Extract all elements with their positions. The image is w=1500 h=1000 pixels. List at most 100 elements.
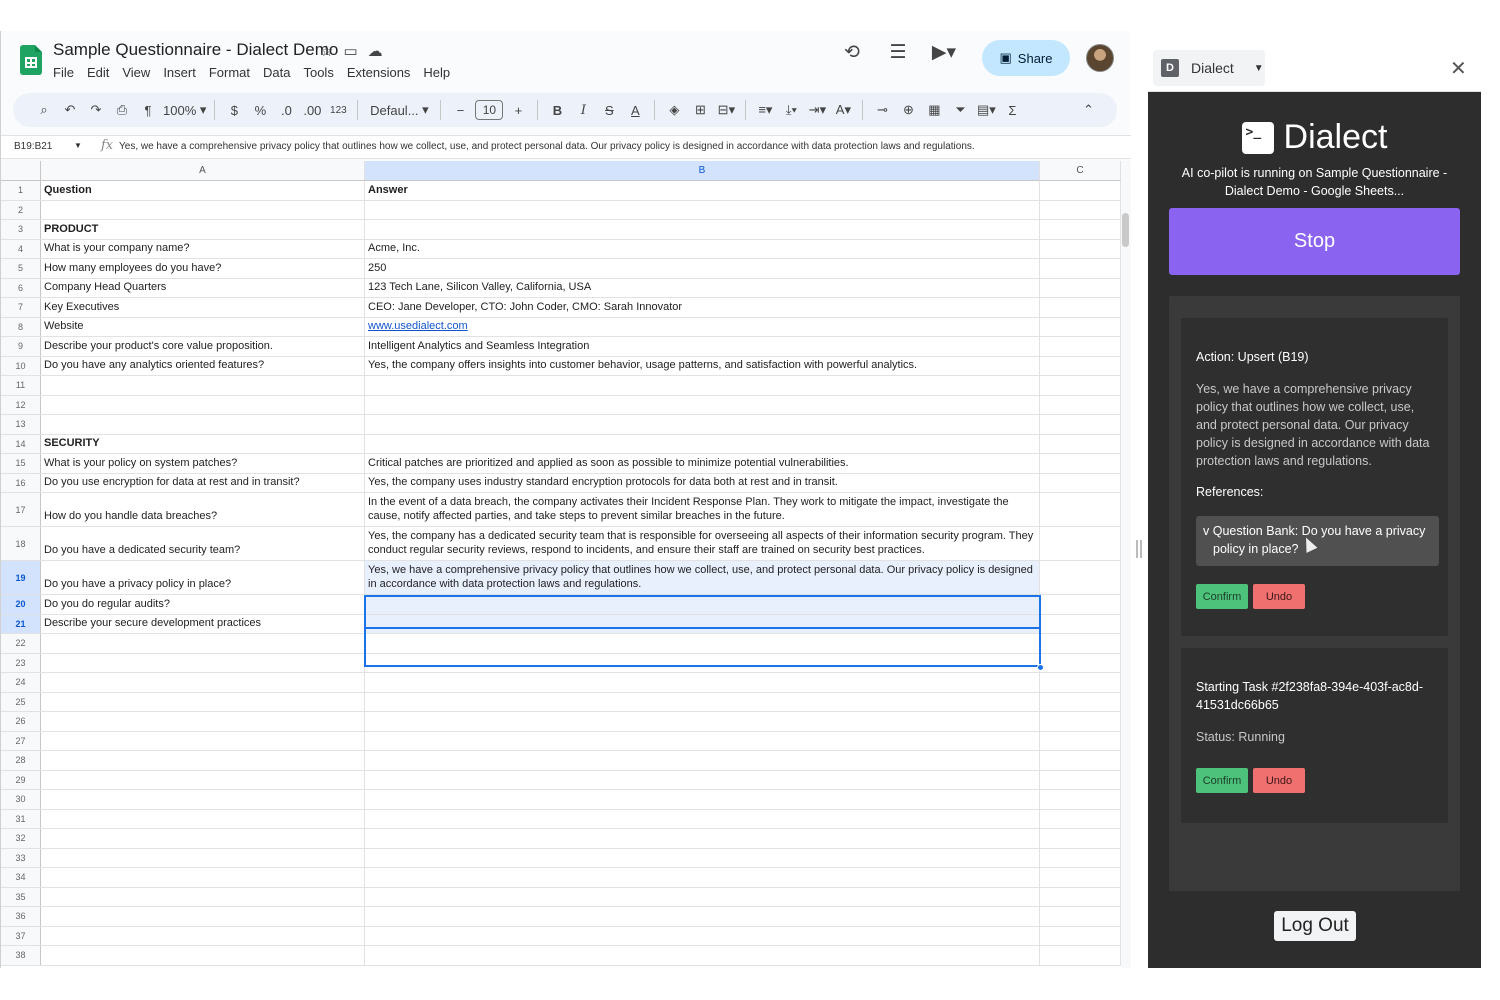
comments-icon[interactable]: ☰ <box>885 41 911 64</box>
cell-answer[interactable]: In the event of a data breach, the compa… <box>365 493 1040 526</box>
vertical-align-icon[interactable]: ⤓▾ <box>778 98 804 122</box>
select-all-corner[interactable] <box>1 161 41 181</box>
cell-answer[interactable]: CEO: Jane Developer, CTO: John Coder, CM… <box>365 298 1040 317</box>
cell-c[interactable] <box>1040 595 1121 614</box>
confirm-button[interactable]: Confirm <box>1196 584 1248 609</box>
cell-c[interactable] <box>1040 376 1121 395</box>
row-number[interactable]: 1 <box>1 181 41 200</box>
cell-answer[interactable]: Acme, Inc. <box>365 239 1040 258</box>
cell-c[interactable] <box>1040 887 1121 906</box>
cell-question[interactable] <box>41 376 365 395</box>
cell-c[interactable] <box>1040 731 1121 750</box>
cell-question[interactable]: What is your policy on system patches? <box>41 454 365 473</box>
cell-answer[interactable]: Yes, the company offers insights into cu… <box>365 356 1040 375</box>
row-number[interactable]: 15 <box>1 454 41 473</box>
formula-input[interactable]: Yes, we have a comprehensive privacy pol… <box>119 141 975 152</box>
paint-format-icon[interactable]: ¶ <box>135 98 161 122</box>
column-header-a[interactable]: A <box>41 161 365 181</box>
cell-question[interactable]: Key Executives <box>41 298 365 317</box>
row-number[interactable]: 10 <box>1 356 41 375</box>
font-size-input[interactable]: 10 <box>475 100 504 120</box>
cell-c[interactable] <box>1040 790 1121 809</box>
cell-question[interactable] <box>41 200 365 219</box>
filter-views-icon[interactable]: ▤▾ <box>973 98 999 122</box>
cell-c[interactable] <box>1040 298 1121 317</box>
row-number[interactable]: 34 <box>1 868 41 887</box>
menu-edit[interactable]: Edit <box>87 65 109 80</box>
cell-answer[interactable] <box>365 415 1040 434</box>
cell-c[interactable] <box>1040 848 1121 867</box>
menu-format[interactable]: Format <box>209 65 250 80</box>
cell-question[interactable] <box>41 712 365 731</box>
row-number[interactable]: 14 <box>1 434 41 453</box>
cell-question[interactable]: PRODUCT <box>41 220 365 239</box>
row-number[interactable]: 16 <box>1 473 41 492</box>
cell-answer[interactable]: Critical patches are prioritized and app… <box>365 454 1040 473</box>
name-box[interactable]: B19:B21 ▼ <box>14 141 84 152</box>
sheets-logo-icon[interactable] <box>20 45 42 75</box>
cell-answer[interactable] <box>365 751 1040 770</box>
menu-data[interactable]: Data <box>263 65 290 80</box>
cell-answer[interactable] <box>365 770 1040 789</box>
cell-question[interactable] <box>41 848 365 867</box>
insert-link-icon[interactable]: ⊸ <box>869 98 895 122</box>
row-number[interactable]: 23 <box>1 653 41 672</box>
cell-answer[interactable] <box>365 634 1040 653</box>
cell-answer[interactable] <box>365 887 1040 906</box>
cell-question[interactable] <box>41 829 365 848</box>
cell-question[interactable]: Do you have any analytics oriented featu… <box>41 356 365 375</box>
cell-answer[interactable]: Answer <box>365 181 1040 200</box>
italic-icon[interactable]: I <box>570 98 596 122</box>
cloud-status-icon[interactable]: ☁ <box>368 42 383 60</box>
cell-question[interactable]: Question <box>41 181 365 200</box>
cell-question[interactable] <box>41 731 365 750</box>
menu-help[interactable]: Help <box>423 65 450 80</box>
undo-button[interactable]: Undo <box>1253 584 1305 609</box>
decrease-decimal-button[interactable]: .0 <box>273 98 299 122</box>
cell-question[interactable]: Do you have a privacy policy in place? <box>41 561 365 594</box>
cell-answer[interactable]: Yes, we have a comprehensive privacy pol… <box>365 561 1040 594</box>
cell-question[interactable]: Do you use encryption for data at rest a… <box>41 473 365 492</box>
row-number[interactable]: 35 <box>1 887 41 906</box>
cell-question[interactable]: How do you handle data breaches? <box>41 493 365 526</box>
horizontal-align-icon[interactable]: ≡▾ <box>752 98 778 122</box>
cell-c[interactable] <box>1040 634 1121 653</box>
row-number[interactable]: 18 <box>1 527 41 560</box>
row-number[interactable]: 26 <box>1 712 41 731</box>
cell-c[interactable] <box>1040 561 1121 594</box>
move-folder-icon[interactable]: ▭ <box>343 42 357 60</box>
row-number[interactable]: 28 <box>1 751 41 770</box>
cell-c[interactable] <box>1040 653 1121 672</box>
cell-answer[interactable]: Intelligent Analytics and Seamless Integ… <box>365 337 1040 356</box>
cell-question[interactable] <box>41 751 365 770</box>
row-number[interactable]: 31 <box>1 809 41 828</box>
row-number[interactable]: 13 <box>1 415 41 434</box>
cell-question[interactable] <box>41 809 365 828</box>
row-number[interactable]: 9 <box>1 337 41 356</box>
text-color-icon[interactable]: A <box>622 98 648 122</box>
cell-answer[interactable] <box>365 790 1040 809</box>
text-rotation-icon[interactable]: A▾ <box>830 98 856 122</box>
currency-format-button[interactable]: $ <box>221 98 247 122</box>
panel-resize-handle[interactable] <box>1136 540 1142 558</box>
row-number[interactable]: 3 <box>1 220 41 239</box>
cell-c[interactable] <box>1040 200 1121 219</box>
row-number[interactable]: 38 <box>1 946 41 965</box>
merge-cells-icon[interactable]: ⊟▾ <box>713 98 739 122</box>
cell-c[interactable] <box>1040 946 1121 965</box>
cell-c[interactable] <box>1040 337 1121 356</box>
close-icon[interactable]: ✕ <box>1450 56 1467 81</box>
cell-question[interactable]: How many employees do you have? <box>41 259 365 278</box>
cell-answer[interactable]: 123 Tech Lane, Silicon Valley, Californi… <box>365 278 1040 297</box>
column-header-c[interactable]: C <box>1040 161 1121 181</box>
cell-answer[interactable] <box>365 809 1040 828</box>
cell-question[interactable] <box>41 395 365 414</box>
stop-button[interactable]: Stop <box>1169 208 1460 275</box>
cell-answer[interactable] <box>365 434 1040 453</box>
cell-c[interactable] <box>1040 395 1121 414</box>
row-number[interactable]: 17 <box>1 493 41 526</box>
cell-c[interactable] <box>1040 809 1121 828</box>
cell-answer[interactable] <box>365 712 1040 731</box>
insert-comment-icon[interactable]: ⊕ <box>895 98 921 122</box>
cell-question[interactable]: Do you have a dedicated security team? <box>41 527 365 560</box>
